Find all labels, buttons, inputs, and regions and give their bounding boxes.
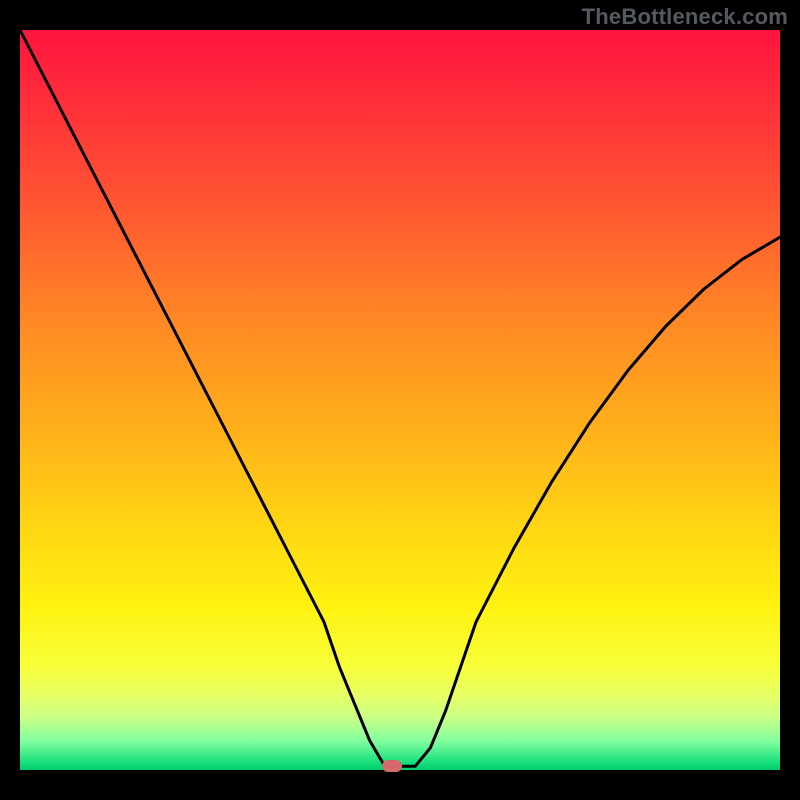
watermark-text: TheBottleneck.com [582, 4, 788, 30]
bottleneck-curve [20, 30, 780, 770]
plot-area [20, 30, 780, 770]
optimal-point-marker [382, 760, 402, 772]
chart-frame: TheBottleneck.com [0, 0, 800, 800]
